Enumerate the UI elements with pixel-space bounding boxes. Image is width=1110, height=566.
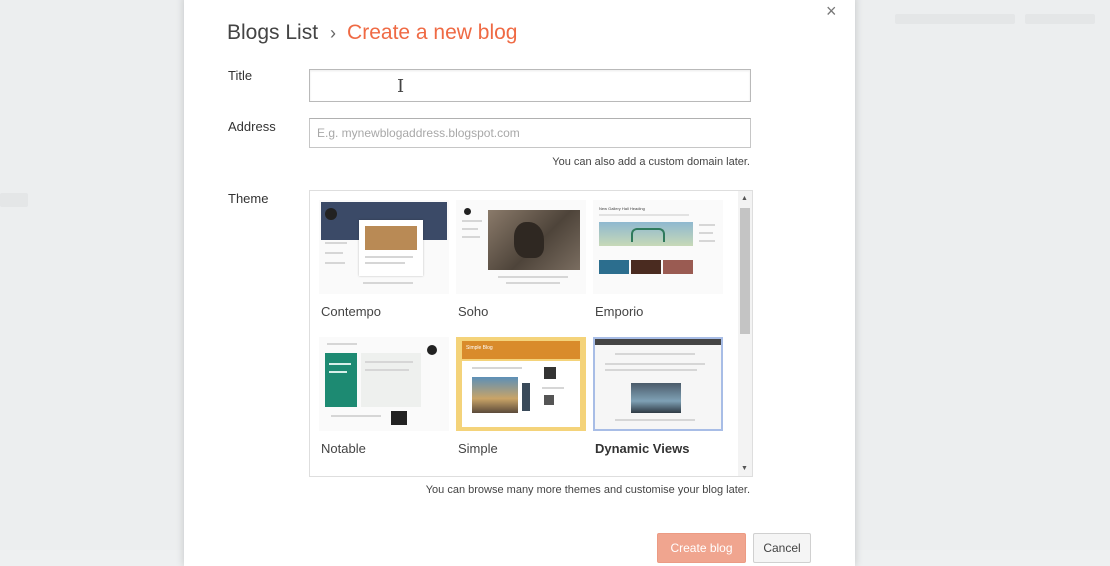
thumb-image bbox=[544, 395, 554, 405]
thumb-line bbox=[605, 369, 697, 371]
thumb-line bbox=[615, 353, 695, 355]
thumb-line bbox=[462, 228, 478, 230]
thumb-line bbox=[506, 282, 560, 284]
thumb-image bbox=[631, 260, 661, 274]
theme-hint: You can browse many more themes and cust… bbox=[425, 484, 750, 496]
close-icon[interactable]: × bbox=[826, 2, 837, 20]
breadcrumb-separator-icon: › bbox=[330, 23, 337, 43]
thumb-feature-block bbox=[325, 353, 357, 407]
thumb-image bbox=[631, 383, 681, 413]
cancel-button[interactable]: Cancel bbox=[753, 533, 811, 563]
theme-thumbnail bbox=[456, 200, 586, 294]
thumb-image bbox=[544, 367, 556, 379]
scroll-up-arrow-icon[interactable]: ▲ bbox=[741, 195, 748, 202]
thumb-line bbox=[498, 276, 568, 278]
thumb-line bbox=[699, 224, 715, 226]
thumb-line bbox=[542, 387, 564, 389]
theme-thumbnail: New Gallery Hall Heading bbox=[593, 200, 723, 294]
theme-thumbnail: Simple Blog bbox=[456, 337, 586, 431]
theme-name: Soho bbox=[458, 304, 489, 319]
title-input[interactable] bbox=[309, 69, 751, 102]
thumb-line bbox=[462, 236, 480, 238]
thumb-line bbox=[325, 242, 347, 244]
thumb-line bbox=[365, 262, 405, 264]
theme-name: Emporio bbox=[595, 304, 644, 319]
thumb-image bbox=[599, 260, 629, 274]
page-title: Create a new blog bbox=[347, 21, 518, 44]
thumb-image bbox=[663, 260, 693, 274]
scroll-down-arrow-icon[interactable]: ▼ bbox=[741, 465, 748, 472]
thumb-avatar bbox=[427, 345, 437, 355]
thumb-title: New Gallery Hall Heading bbox=[599, 206, 645, 211]
thumb-line bbox=[365, 369, 409, 371]
thumb-line bbox=[365, 361, 413, 363]
thumb-line bbox=[363, 282, 413, 284]
address-input[interactable] bbox=[309, 118, 751, 148]
theme-thumbnail bbox=[319, 200, 449, 294]
breadcrumb: Blogs List › Create a new blog bbox=[227, 20, 518, 46]
theme-label: Theme bbox=[228, 191, 269, 206]
thumb-header bbox=[595, 339, 721, 345]
thumb-image bbox=[522, 383, 530, 411]
backdrop-text-ghost bbox=[895, 14, 1015, 24]
breadcrumb-blogs-list-link[interactable]: Blogs List bbox=[227, 20, 318, 46]
thumb-line bbox=[599, 214, 689, 216]
create-blog-button[interactable]: Create blog bbox=[657, 533, 746, 563]
thumb-line bbox=[365, 256, 413, 258]
thumb-line bbox=[605, 363, 705, 365]
thumb-line bbox=[325, 252, 343, 254]
thumb-image bbox=[472, 377, 518, 413]
backdrop-text-ghost bbox=[0, 193, 28, 207]
thumb-line bbox=[325, 262, 345, 264]
thumb-image bbox=[391, 411, 407, 425]
thumb-title: Simple Blog bbox=[466, 345, 493, 351]
thumb-avatar bbox=[325, 208, 337, 220]
theme-picker: Contempo Soho New Gallery Hall Heading E… bbox=[309, 190, 753, 477]
theme-name: Simple bbox=[458, 441, 498, 456]
thumb-line bbox=[329, 371, 347, 373]
thumb-line bbox=[327, 343, 357, 345]
thumb-image bbox=[365, 226, 417, 250]
thumb-line bbox=[699, 232, 713, 234]
thumb-image-subject bbox=[514, 222, 544, 258]
address-label: Address bbox=[228, 119, 276, 134]
page-backdrop-left bbox=[0, 0, 184, 550]
thumb-line bbox=[699, 240, 715, 242]
theme-thumbnail bbox=[319, 337, 449, 431]
thumb-avatar bbox=[464, 208, 471, 215]
thumb-image-bridge bbox=[631, 228, 665, 242]
scrollbar-thumb[interactable] bbox=[740, 208, 750, 334]
create-blog-dialog: × Blogs List › Create a new blog Title I… bbox=[184, 0, 855, 566]
thumb-line bbox=[472, 367, 522, 369]
backdrop-text-ghost bbox=[1025, 14, 1095, 24]
theme-name: Dynamic Views bbox=[595, 441, 690, 456]
page-backdrop-right bbox=[855, 0, 1110, 550]
theme-name: Notable bbox=[321, 441, 366, 456]
address-hint: You can also add a custom domain later. bbox=[552, 156, 750, 168]
thumb-line bbox=[615, 419, 695, 421]
theme-scrollbar[interactable]: ▲ ▼ bbox=[738, 191, 752, 476]
thumb-line bbox=[329, 363, 351, 365]
theme-thumbnail bbox=[593, 337, 723, 431]
thumb-line bbox=[462, 220, 482, 222]
thumb-line bbox=[331, 415, 381, 417]
theme-name: Contempo bbox=[321, 304, 381, 319]
title-label: Title bbox=[228, 68, 253, 83]
